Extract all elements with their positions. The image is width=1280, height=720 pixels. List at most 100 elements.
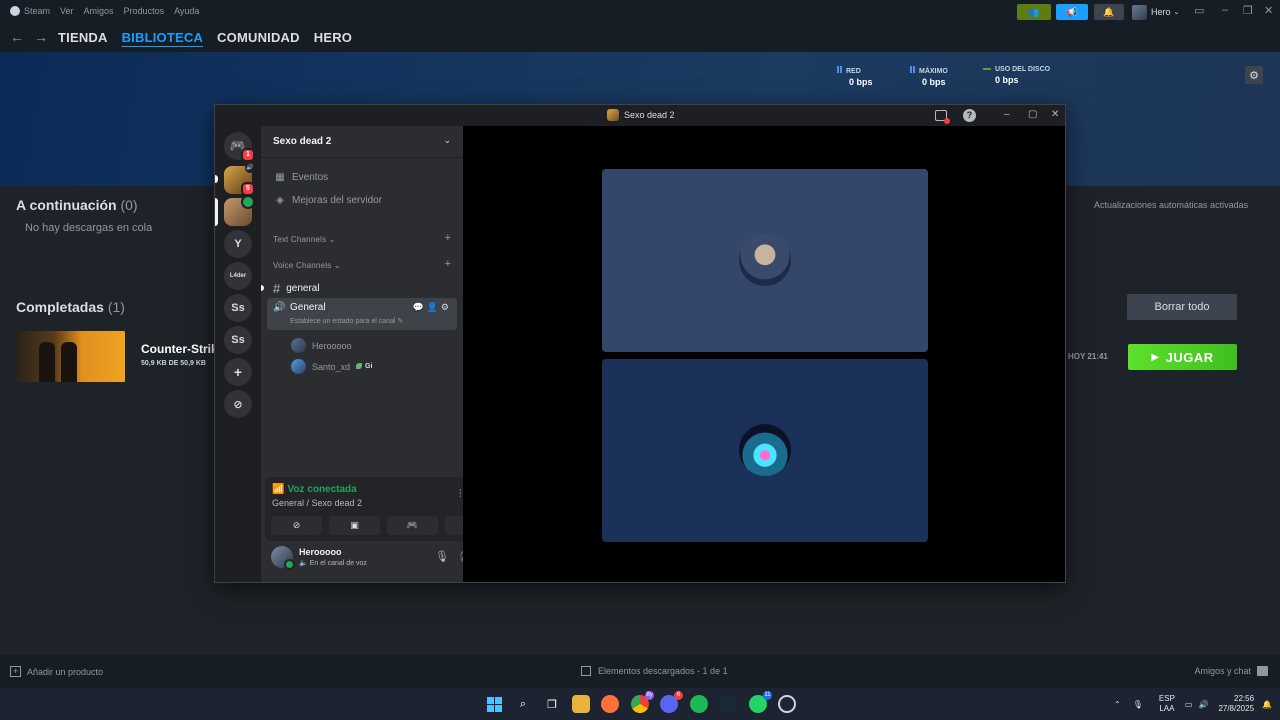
friends-chat-button[interactable]: Amigos y chat: [1194, 666, 1268, 676]
network-icon[interactable]: ▭: [1185, 700, 1193, 709]
notifications-button[interactable]: 🔔: [1094, 4, 1124, 20]
whatsapp-button[interactable]: 11: [749, 691, 772, 713]
events-item[interactable]: ▦ Eventos: [273, 172, 328, 183]
task-view-button[interactable]: ❐: [543, 695, 561, 713]
firefox-button[interactable]: [601, 695, 619, 713]
voice-status-label: Establece un estado para el canal: [290, 318, 396, 325]
peak-value: 0 bps: [922, 77, 946, 87]
monitor-icon[interactable]: ▭: [1194, 4, 1204, 17]
game-thumbnail[interactable]: [17, 331, 125, 382]
guild-item[interactable]: L4der: [224, 262, 252, 290]
participant-tile[interactable]: [602, 359, 928, 542]
minimize-button[interactable]: –: [1222, 4, 1228, 16]
clear-all-button[interactable]: Borrar todo: [1127, 294, 1237, 320]
text-channel-general[interactable]: # general: [273, 281, 320, 296]
category-voice-channels[interactable]: Voice Channels ⌄: [273, 261, 341, 270]
menu-help[interactable]: Ayuda: [174, 6, 199, 16]
add-user-icon[interactable]: 👤: [427, 302, 441, 312]
close-button[interactable]: ✕: [1264, 4, 1273, 17]
microphone-icon[interactable]: 🎙: [435, 550, 449, 563]
add-voice-channel-button[interactable]: +: [445, 258, 451, 270]
forward-arrow-icon[interactable]: →: [34, 29, 48, 45]
nav-profile[interactable]: HERO: [314, 30, 352, 45]
steam-logo-icon: [10, 6, 20, 16]
chevron-up-icon[interactable]: ⌃: [1114, 700, 1121, 709]
add-server-button[interactable]: +: [224, 358, 252, 386]
game-name[interactable]: Counter-Strike 2: [141, 342, 214, 356]
user-name[interactable]: Herooooo: [299, 547, 342, 557]
camera-off-button[interactable]: ⊘: [271, 516, 322, 535]
start-button[interactable]: [485, 695, 503, 713]
server-boosts-item[interactable]: ◈ Mejoras del servidor: [273, 195, 382, 206]
nav-store[interactable]: TIENDA: [58, 30, 108, 45]
voice-connected-status[interactable]: 📶 Voz conectada: [272, 484, 357, 495]
file-explorer-button[interactable]: [572, 695, 590, 713]
chrome-button[interactable]: 8y: [631, 691, 654, 713]
add-product-button[interactable]: + Añadir un producto: [10, 666, 103, 677]
guild-item[interactable]: Ss: [224, 326, 252, 354]
activities-button[interactable]: 🎮: [387, 516, 438, 535]
steam-button[interactable]: [719, 695, 737, 713]
downloads-status[interactable]: Elementos descargados - 1 de 1: [581, 666, 728, 676]
chat-icon[interactable]: 💬: [412, 302, 426, 312]
guild-item[interactable]: Ss: [224, 294, 252, 322]
guild-item[interactable]: 🔊 5: [224, 163, 255, 196]
server-header[interactable]: Sexo dead 2 ⌄: [261, 126, 463, 158]
microphone-icon[interactable]: 🎙: [1133, 700, 1143, 709]
back-arrow-icon[interactable]: ←: [10, 29, 24, 45]
maximize-button[interactable]: ▢: [1028, 109, 1037, 120]
clock-date: 27/8/2025: [1218, 704, 1255, 713]
voice-user[interactable]: Santo_xd Gi: [291, 359, 372, 374]
nav-library[interactable]: BIBLIOTECA: [122, 30, 203, 45]
gear-icon[interactable]: ⚙: [441, 302, 452, 312]
volume-icon[interactable]: 🔊: [1198, 700, 1208, 709]
inbox-icon[interactable]: [935, 110, 950, 124]
screen-share-button[interactable]: ▣: [329, 516, 380, 535]
explore-servers-button[interactable]: ⊘: [224, 390, 252, 418]
downloads-status-label: Elementos descargados - 1 de 1: [598, 666, 728, 676]
voice-user[interactable]: Herooooo: [291, 338, 352, 353]
help-icon[interactable]: ?: [963, 109, 976, 122]
add-text-channel-button[interactable]: +: [445, 232, 451, 244]
menu-friends[interactable]: Amigos: [84, 6, 114, 16]
add-product-label: Añadir un producto: [27, 666, 104, 677]
maximize-button[interactable]: ❐: [1243, 4, 1253, 17]
nav-community[interactable]: COMUNIDAD: [217, 30, 300, 45]
close-button[interactable]: ✕: [1051, 109, 1059, 120]
announcements-button[interactable]: 📢: [1056, 4, 1088, 20]
chevron-down-icon: ⌄: [328, 235, 336, 244]
participant-tile[interactable]: [602, 169, 928, 352]
discord-home-button[interactable]: 🎮 1: [224, 132, 255, 162]
voice-connected-label: Voz conectada: [287, 484, 357, 495]
menu-steam[interactable]: Steam: [24, 6, 50, 16]
disk-stat: USO DEL DISCO 0 bps: [983, 66, 1050, 85]
language-indicator[interactable]: ESP LAA: [1159, 694, 1175, 714]
guild-item-active[interactable]: [224, 195, 255, 226]
discord-window: Sexo dead 2 ? – ▢ ✕ 🎮 1 🔊 5 Y L4der Ss S…: [214, 104, 1066, 583]
clock[interactable]: 22:56 27/8/2025: [1218, 694, 1254, 714]
guild-item[interactable]: Y: [224, 230, 252, 258]
search-button[interactable]: ⌕: [514, 695, 532, 713]
app-button[interactable]: [778, 695, 796, 713]
taskbar: ⌕ ❐ 8y 6 11 ⌃ 🎙 ESP LAA ▭ 🔊 22:56 27/8/2…: [0, 688, 1280, 720]
notification-bell-icon[interactable]: 🔔: [1262, 700, 1272, 709]
category-text-channels[interactable]: Text Channels ⌄: [273, 235, 336, 244]
avatar[interactable]: [271, 546, 295, 570]
download-settings-button[interactable]: ⚙: [1245, 66, 1263, 84]
voice-location[interactable]: General / Sexo dead 2: [272, 498, 362, 508]
play-button[interactable]: ▶ JUGAR: [1128, 344, 1237, 370]
play-label: JUGAR: [1165, 349, 1214, 365]
queue-title: A continuación (0): [16, 197, 138, 213]
noise-suppression-icon[interactable]: ⫶: [459, 489, 462, 500]
minimize-button[interactable]: –: [1004, 109, 1010, 120]
voice-channel-general[interactable]: 🔊 General Establece un estado para el ca…: [267, 298, 457, 330]
menu-products[interactable]: Productos: [124, 6, 165, 16]
voice-channel-status[interactable]: Establece un estado para el canal ✎: [290, 317, 403, 325]
spotify-button[interactable]: [690, 695, 708, 713]
queue-count: (0): [120, 197, 138, 213]
menu-view[interactable]: Ver: [60, 6, 74, 16]
discord-button[interactable]: 6: [660, 691, 683, 713]
user-menu[interactable]: Hero ⌄: [1132, 4, 1179, 20]
friends-button[interactable]: 👥: [1017, 4, 1051, 20]
network-stat: RED 0 bps: [837, 66, 873, 87]
